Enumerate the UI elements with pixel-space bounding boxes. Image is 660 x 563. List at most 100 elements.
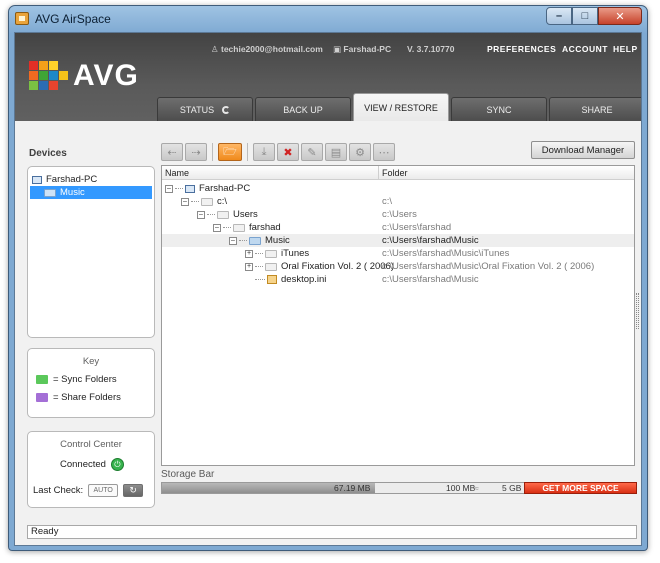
connection-status: Connected ⏻ <box>60 458 124 471</box>
arrow-right-icon: ⇢ <box>191 146 201 159</box>
tab-view-restore[interactable]: VIEW / RESTORE <box>353 93 449 121</box>
tools-button[interactable]: ⚙ <box>349 143 371 161</box>
document-icon: ▤ <box>330 146 342 159</box>
key-item-share: = Share Folders <box>36 392 121 403</box>
file-tree-view[interactable]: Name Folder – Farshad-PC – c:\ c:\ – Use… <box>161 165 635 466</box>
storage-mid-text: 100 MB <box>446 483 476 493</box>
app-folder-icon <box>15 12 29 25</box>
tree-row[interactable]: – farshad c:\Users\farshad <box>162 221 634 234</box>
refresh-button[interactable]: ↻ <box>123 484 144 497</box>
collapse-icon[interactable]: – <box>181 197 189 206</box>
storage-used-text: 67.19 MB <box>334 483 371 493</box>
title-bar[interactable]: AVG AirSpace – □ ✕ <box>9 6 647 32</box>
main-tabs: STATUS BACK UP VIEW / RESTORE SYNC SHARE <box>157 93 641 121</box>
status-bar: Ready <box>27 525 637 539</box>
expand-icon[interactable]: + <box>245 262 253 271</box>
tab-sync[interactable]: SYNC <box>451 97 547 121</box>
app-window: AVG AirSpace – □ ✕ AVG ♙ techie2000@hotm… <box>8 5 648 551</box>
collapse-icon[interactable]: – <box>197 210 205 219</box>
more-button[interactable]: ⋯ <box>373 143 395 161</box>
header: AVG ♙ techie2000@hotmail.com ▣ Farshad-P… <box>15 33 641 121</box>
delete-button[interactable]: ✖ <box>277 143 299 161</box>
devices-heading: Devices <box>29 148 67 159</box>
minimize-button[interactable]: – <box>546 7 572 25</box>
computer-name: ▣ Farshad-PC <box>333 44 392 54</box>
close-button[interactable]: ✕ <box>598 7 642 25</box>
expand-icon[interactable]: + <box>245 249 253 258</box>
computer-icon: ▣ <box>333 44 344 54</box>
folder-icon <box>201 197 213 206</box>
pencil-icon: ✎ <box>307 146 317 159</box>
folder-icon <box>44 188 56 197</box>
share-folder-icon <box>36 393 48 402</box>
tree-row[interactable]: – Users c:\Users <box>162 208 634 221</box>
storage-max-text: 5 GB <box>502 483 522 493</box>
tree-row[interactable]: – Music c:\Users\farshad\Music <box>162 234 634 247</box>
avg-logo: AVG <box>27 57 147 97</box>
devices-panel: Farshad-PC Music <box>27 166 155 338</box>
device-label: Music <box>60 187 85 198</box>
toolbar: ⇠ ⇢ 🗁 ⤓ ✖ ✎ ▤ ⚙ ⋯ <box>161 143 397 163</box>
tree-row[interactable]: – c:\ c:\ <box>162 195 634 208</box>
window-title: AVG AirSpace <box>35 12 111 26</box>
forward-button[interactable]: ⇢ <box>185 143 207 161</box>
column-header-name[interactable]: Name <box>162 166 379 180</box>
device-label: Farshad-PC <box>46 174 98 185</box>
download-manager-button[interactable]: Download Manager <box>531 141 635 159</box>
version-label: V. 3.7.10770 <box>407 44 455 54</box>
collapse-icon[interactable]: – <box>165 184 173 193</box>
more-icon: ⋯ <box>378 146 390 159</box>
tab-share[interactable]: SHARE <box>549 97 641 121</box>
delete-icon: ✖ <box>283 146 293 159</box>
logo-text: AVG <box>73 59 139 92</box>
edit-button[interactable]: ✎ <box>301 143 323 161</box>
device-item-music[interactable]: Music <box>30 186 152 199</box>
back-button[interactable]: ⇠ <box>161 143 183 161</box>
column-header-folder[interactable]: Folder <box>379 166 634 180</box>
tree-row[interactable]: – Farshad-PC <box>162 182 634 195</box>
tab-status[interactable]: STATUS <box>157 97 253 121</box>
maximize-button[interactable]: □ <box>572 7 598 25</box>
folder-icon <box>265 249 277 258</box>
key-item-sync: = Sync Folders <box>36 374 117 385</box>
tree-row[interactable]: + iTunes c:\Users\farshad\Music\iTunes <box>162 247 634 260</box>
collapse-icon[interactable]: – <box>229 236 237 245</box>
computer-icon <box>32 175 42 184</box>
folder-icon <box>265 262 277 271</box>
properties-button[interactable]: ▤ <box>325 143 347 161</box>
refresh-icon: ↻ <box>129 485 137 495</box>
preferences-link[interactable]: PREFERENCES <box>487 44 556 54</box>
account-link[interactable]: ACCOUNT <box>562 44 608 54</box>
splitter-grip[interactable] <box>636 293 639 329</box>
toolbar-separator <box>212 143 213 161</box>
settings-file-icon <box>267 275 277 284</box>
computer-icon <box>185 184 195 193</box>
get-more-space-button[interactable]: GET MORE SPACE <box>524 482 637 494</box>
view-mode-button[interactable]: 🗁 <box>218 143 242 161</box>
toolbar-separator <box>247 143 248 161</box>
folder-icon <box>217 210 229 219</box>
sync-folder-icon <box>36 375 48 384</box>
last-check-row: Last Check: AUTO ↻ <box>33 484 144 497</box>
tools-icon: ⚙ <box>355 146 365 159</box>
device-item-farshad-pc[interactable]: Farshad-PC <box>30 173 152 186</box>
control-center-title: Control Center <box>60 439 122 450</box>
tab-back-up[interactable]: BACK UP <box>255 97 351 121</box>
tree-row[interactable]: + Oral Fixation Vol. 2 ( 2006) c:\Users\… <box>162 260 634 273</box>
folder-icon <box>233 223 245 232</box>
auto-check-button[interactable]: AUTO <box>88 484 119 497</box>
tree-row[interactable]: desktop.ini c:\Users\farshad\Music <box>162 273 634 286</box>
client-area: AVG ♙ techie2000@hotmail.com ▣ Farshad-P… <box>14 32 642 546</box>
folder-icon <box>249 236 261 245</box>
folders-icon: 🗁 <box>223 145 237 158</box>
account-email: ♙ techie2000@hotmail.com <box>211 44 323 54</box>
key-title: Key <box>82 356 100 367</box>
collapse-icon[interactable]: – <box>213 223 221 232</box>
help-link[interactable]: HELP <box>613 44 638 54</box>
download-button[interactable]: ⤓ <box>253 143 275 161</box>
user-icon: ♙ <box>211 44 221 54</box>
control-center-panel: Control Center Connected ⏻ Last Check: A… <box>27 431 155 508</box>
storage-bar-label: Storage Bar <box>161 469 215 480</box>
last-check-label: Last Check: <box>33 485 84 496</box>
download-icon: ⤓ <box>261 145 267 158</box>
